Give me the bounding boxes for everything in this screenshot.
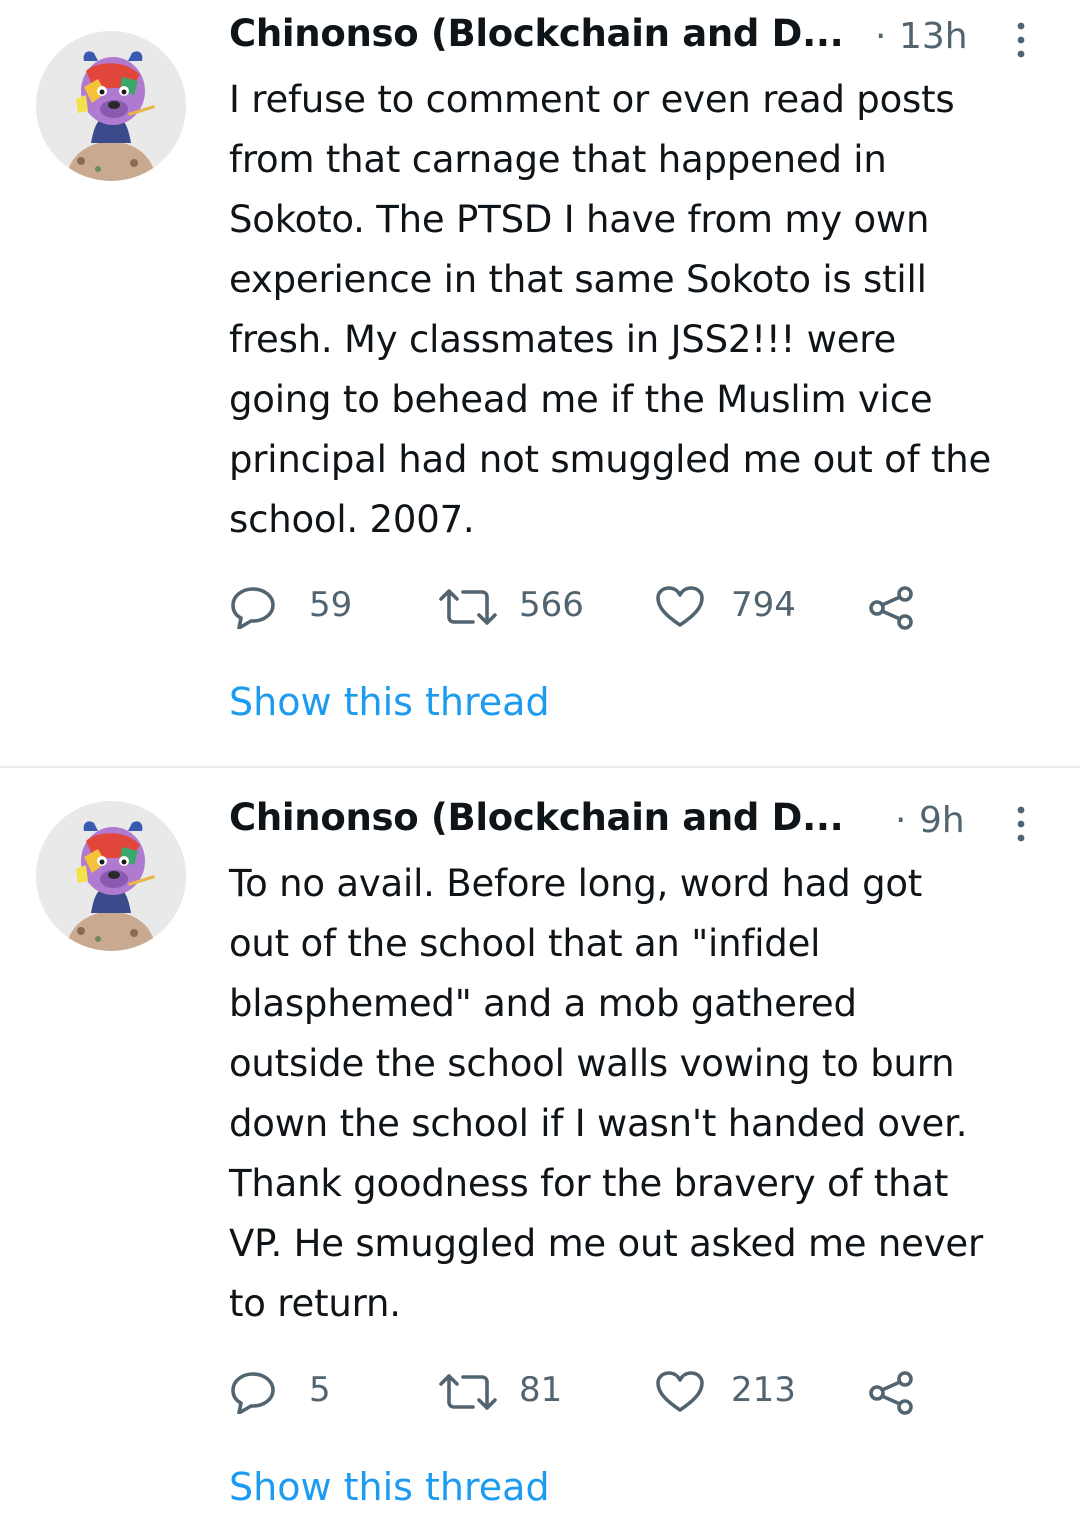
tweet-text-line: from that carnage that happened in [229,138,887,181]
retweet-count: 81 [519,1370,563,1410]
retweet-icon [439,589,497,625]
tweet-text-line: To no avail. Before long, word had got [229,862,923,905]
more-options-icon[interactable] [1009,18,1033,62]
tweet-text-line: to return. [229,1282,401,1325]
reply-icon [231,587,275,629]
like-count: 794 [731,585,796,625]
tweet-text-line: fresh. My classmates in JSS2!!! were [229,318,897,361]
tweet-text-line: outside the school walls vowing to burn [229,1042,955,1085]
tweet-text-line: VP. He smuggled me out asked me never [229,1222,984,1265]
tweet-actions: 5 81 213 [229,1362,989,1422]
avatar[interactable] [36,801,186,951]
timestamp[interactable]: 13h [899,16,968,57]
timestamp[interactable]: 9h [919,800,965,841]
reply-icon [231,1372,275,1414]
retweet-count: 566 [519,585,584,625]
heart-icon [656,1371,704,1412]
tweet-text-line: going to behead me if the Muslim vice [229,378,933,421]
tweet-text-line: school. 2007. [229,498,475,541]
reply-count: 59 [309,585,353,625]
tweet[interactable]: Chinonso (Blockchain and D... · 9h To no… [0,768,1080,1515]
tweet-text-line: experience in that same Sokoto is still [229,258,927,301]
tweet-text-line: down the school if I wasn't handed over. [229,1102,968,1145]
like-count: 213 [731,1370,796,1410]
tweet-text-line: I refuse to comment or even read posts [229,78,955,121]
separator-dot: · [875,16,887,57]
show-thread-link[interactable]: Show this thread [229,1465,550,1509]
show-thread-link[interactable]: Show this thread [229,680,550,724]
avatar[interactable] [36,31,186,181]
tweet-header: Chinonso (Blockchain and D... · 13h [229,8,1080,72]
tweet-header: Chinonso (Blockchain and D... · 9h [229,792,1080,856]
tweet-text-line: out of the school that an "infidel [229,922,821,965]
author-name[interactable]: Chinonso (Blockchain and D... [229,796,844,839]
heart-icon [656,586,704,627]
tweet[interactable]: Chinonso (Blockchain and D... · 13h I re… [0,0,1080,766]
tweet-text-line: principal had not smuggled me out of the [229,438,992,481]
share-icon [869,1371,913,1415]
more-options-icon[interactable] [1009,802,1033,846]
separator-dot: · [895,800,907,841]
share-icon [869,586,913,630]
reply-count: 5 [309,1370,331,1410]
tweet-actions: 59 566 794 [229,577,989,637]
retweet-icon [439,1374,497,1410]
tweet-text: I refuse to comment or even read posts f… [229,70,1059,550]
tweet-text-line: Sokoto. The PTSD I have from my own [229,198,930,241]
tweet-text-line: blasphemed" and a mob gathered [229,982,857,1025]
tweet-text: To no avail. Before long, word had got o… [229,854,1059,1334]
tweet-text-line: Thank goodness for the bravery of that [229,1162,949,1205]
author-name[interactable]: Chinonso (Blockchain and D... [229,12,844,55]
